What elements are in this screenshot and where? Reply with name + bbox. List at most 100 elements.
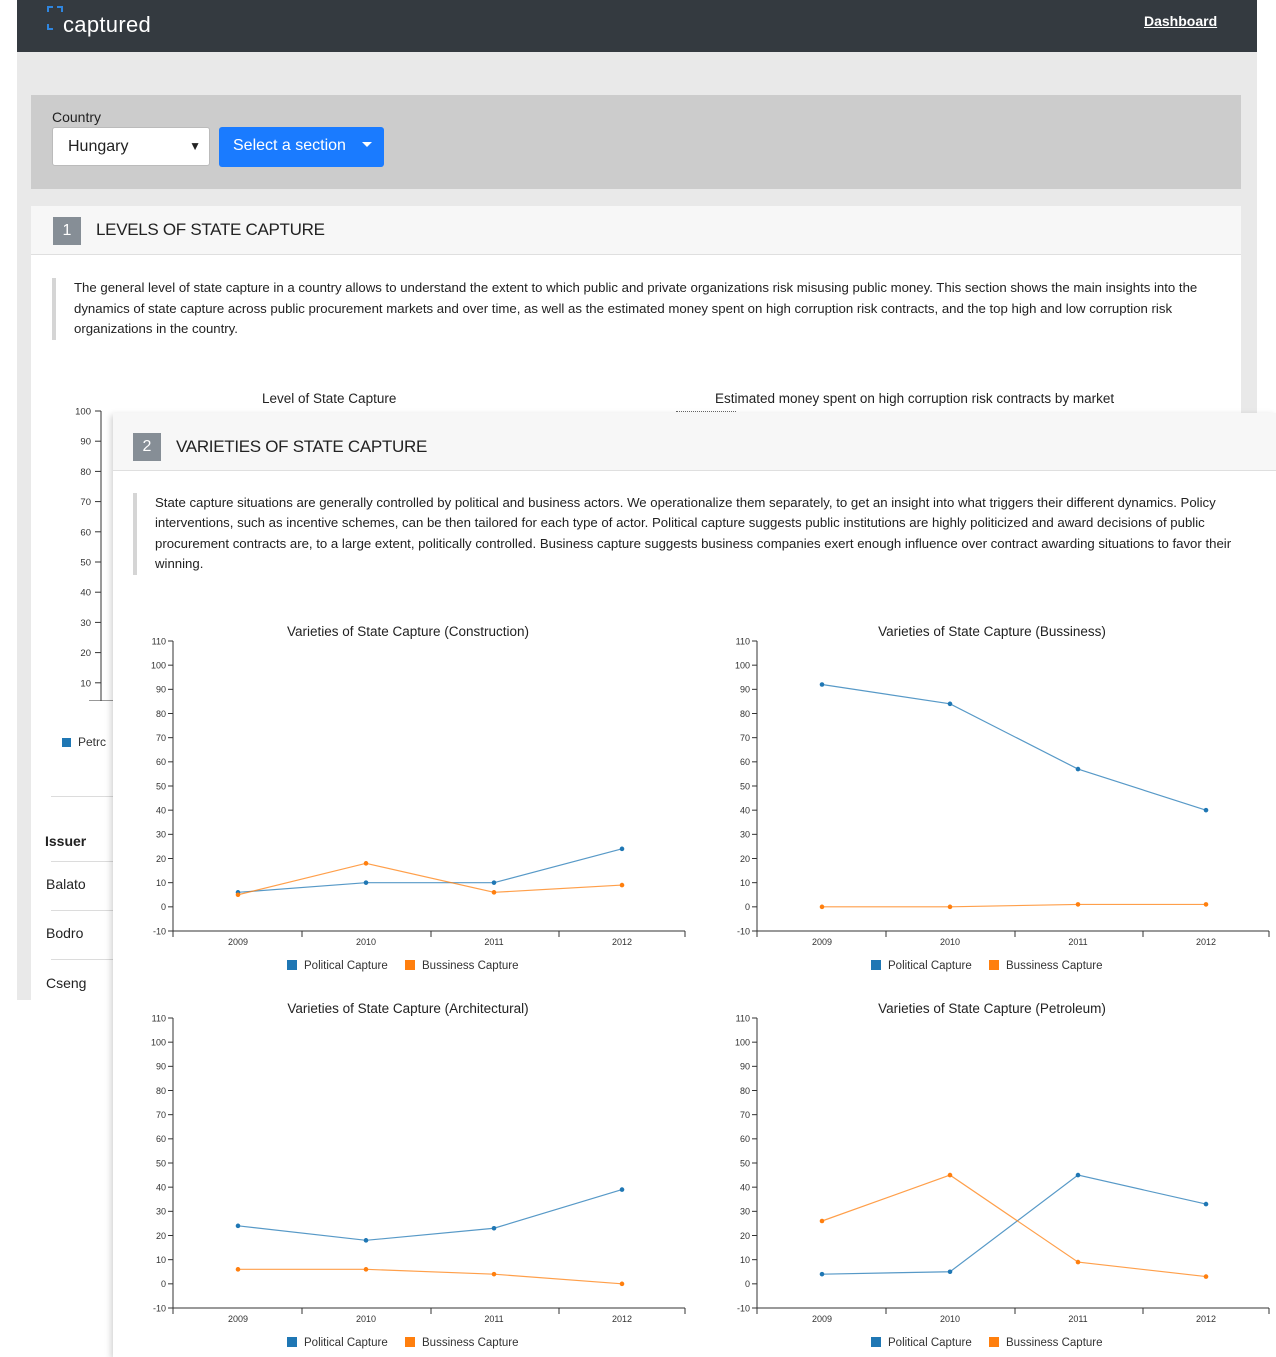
y-tick-label: 50: [740, 1158, 750, 1168]
legend-swatch: [405, 960, 415, 970]
country-select-value: Hungary: [68, 138, 129, 155]
brand-logo[interactable]: captured: [47, 6, 167, 46]
legend-swatch: [871, 960, 881, 970]
level-chart-axis: 100 90 80 70 60 50 40 30 20 10: [75, 407, 121, 701]
country-label: Country: [52, 109, 102, 125]
filter-bar: Country Hungary ▼ Select a section: [31, 95, 1241, 189]
y-tick-label: 20: [740, 854, 750, 864]
dashboard-link[interactable]: Dashboard: [1144, 13, 1217, 29]
y-tick-label: 90: [740, 685, 750, 695]
legend-swatch: [62, 738, 71, 747]
legend-label: Political Capture: [304, 960, 388, 972]
table-header-issuer: Issuer: [45, 833, 87, 849]
data-point: [947, 701, 953, 707]
data-point: [1075, 1172, 1081, 1178]
y-tick-label: 20: [80, 648, 91, 659]
y-tick-label: 30: [156, 1207, 166, 1217]
y-tick-label: 50: [80, 558, 91, 569]
series-line: [237, 862, 623, 896]
x-tick-label: 2009: [812, 937, 832, 947]
legend-swatch: [405, 1337, 415, 1347]
data-point: [947, 904, 953, 910]
x-tick-label: 2011: [484, 1314, 503, 1324]
navbar: captured Dashboard: [17, 0, 1257, 52]
chart-petroleum: Varieties of State Capture (Petroleum) -1…: [697, 995, 1276, 1357]
y-tick-label: 30: [740, 830, 750, 840]
y-tick-label: 100: [151, 660, 166, 670]
y-tick-label: 90: [80, 437, 91, 448]
y-tick-label: 70: [740, 733, 750, 743]
y-tick-label: 110: [152, 636, 166, 646]
legend-label: Political Capture: [888, 960, 972, 972]
data-point: [235, 892, 241, 898]
y-tick-label: 10: [740, 1255, 750, 1265]
y-tick-label: 0: [745, 1279, 750, 1289]
chart-architectural: Varieties of State Capture (Architectura…: [113, 995, 698, 1357]
x-tick-label: 2012: [612, 937, 632, 947]
table-row: Balato: [46, 876, 86, 892]
data-point: [235, 1267, 241, 1272]
data-point: [363, 1238, 369, 1243]
table-row: Bodro: [46, 925, 84, 941]
legend-label: Petrc: [78, 735, 107, 749]
y-tick-label: -10: [737, 1303, 750, 1313]
y-tick-label: 10: [156, 1255, 166, 1265]
data-point: [947, 1172, 953, 1178]
legend-label: Political Capture: [888, 1337, 972, 1349]
data-point: [235, 1223, 241, 1229]
y-tick-label: 70: [156, 1110, 166, 1120]
chart-title: Varieties of State Capture (Construction…: [287, 624, 529, 639]
x-tick-label: 2012: [1196, 1314, 1216, 1324]
y-tick-label: 80: [156, 709, 166, 719]
x-tick-label: 2010: [940, 937, 960, 947]
series-line: [821, 1174, 1207, 1278]
y-tick-label: 90: [156, 1062, 166, 1072]
series-line: [238, 1268, 623, 1285]
data-point: [619, 846, 625, 852]
y-tick-label: 50: [740, 781, 750, 791]
y-tick-label: 60: [740, 1134, 750, 1144]
y-tick-label: 90: [156, 685, 166, 695]
section-title: LEVELS OF STATE CAPTURE: [96, 220, 325, 239]
y-tick-label: 60: [80, 527, 91, 538]
select-section-button[interactable]: Select a section: [219, 127, 384, 167]
chart-title: Varieties of State Capture (Architectura…: [287, 1001, 528, 1016]
section-number-badge: 1: [53, 217, 81, 245]
data-point: [491, 880, 497, 885]
y-tick-label: 110: [152, 1013, 166, 1023]
select-section-label: Select a section: [233, 137, 346, 154]
logo-bracket-icon: [47, 6, 63, 34]
data-point: [819, 904, 825, 910]
chevron-down-icon: ▼: [189, 139, 201, 153]
y-tick-label: 80: [740, 709, 750, 719]
country-select[interactable]: Hungary ▼: [52, 127, 210, 166]
chart-title-level: Level of State Capture: [262, 391, 397, 406]
legend-label: Bussiness Capture: [1006, 960, 1103, 972]
legend-swatch: [287, 1337, 297, 1347]
brand-name: captured: [63, 12, 152, 37]
y-tick-label: 100: [75, 407, 91, 418]
section-description: The general level of state capture in a …: [52, 278, 1202, 340]
legend-label: Political Capture: [304, 1337, 388, 1349]
y-tick-label: 10: [156, 878, 166, 888]
y-tick-label: 0: [161, 902, 166, 912]
y-tick-label: 10: [740, 878, 750, 888]
y-tick-label: 0: [161, 1279, 166, 1289]
y-tick-label: 50: [156, 781, 166, 791]
data-point: [491, 890, 497, 895]
data-point: [491, 1271, 497, 1277]
y-tick-label: -10: [153, 926, 166, 936]
y-tick-label: -10: [737, 926, 750, 936]
section-number-badge: 2: [133, 433, 161, 461]
series-line: [822, 903, 1206, 908]
data-point: [1203, 902, 1209, 907]
y-tick-label: 70: [156, 733, 166, 743]
y-tick-label: 110: [736, 636, 750, 646]
series-line: [237, 848, 623, 893]
data-point: [363, 1267, 369, 1272]
x-tick-label: 2012: [1196, 937, 1216, 947]
chart-title-money: Estimated money spent on high corruption…: [715, 391, 1115, 406]
data-point: [1075, 902, 1081, 907]
data-point: [819, 1218, 825, 1224]
x-tick-label: 2012: [612, 1314, 632, 1324]
